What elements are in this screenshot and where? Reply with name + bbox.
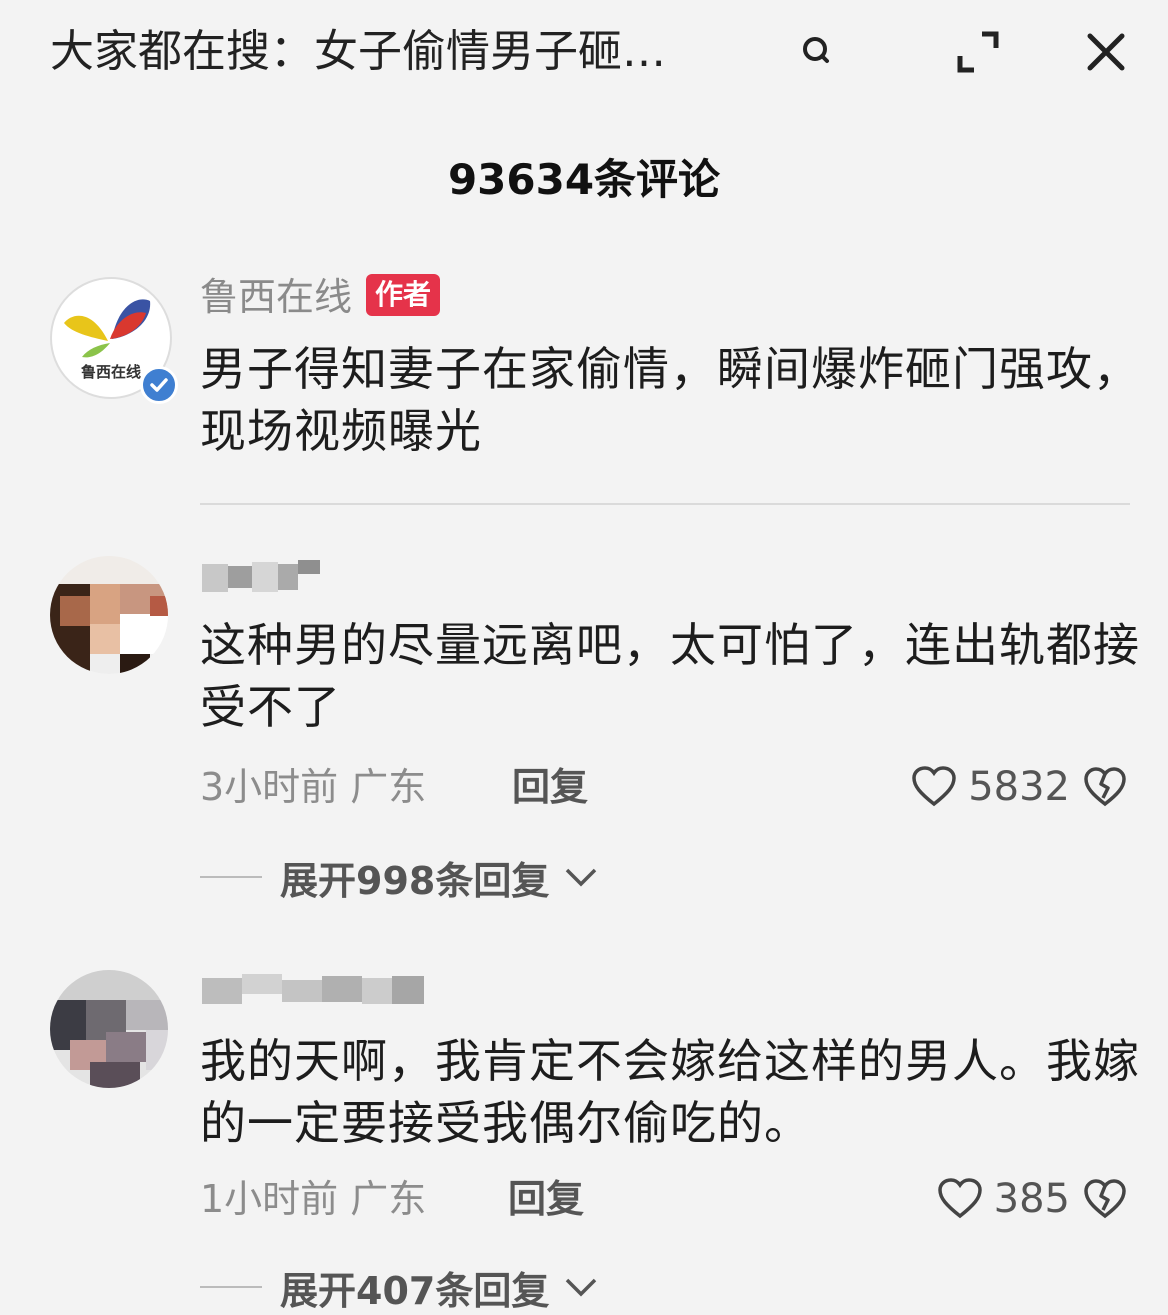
comment-text: 我的天啊，我肯定不会嫁给这样的男人。我嫁的一定要接受我偶尔偷吃的。 (200, 1034, 1140, 1150)
comment-meta: 1小时前 广东 (200, 1174, 426, 1224)
comment-time: 3小时前 (200, 765, 339, 809)
expand-icon[interactable] (948, 22, 1008, 82)
pixelated-avatar-image (50, 556, 168, 674)
commenter-avatar[interactable] (50, 970, 168, 1088)
commenter-name-blurred[interactable] (202, 560, 320, 594)
broken-heart-icon[interactable] (1082, 764, 1128, 810)
expand-replies-label: 展开998条回复 (280, 858, 550, 903)
blurred-name-image (202, 560, 320, 592)
top-bar: 大家都在搜：女子偷情男子砸… (0, 0, 1168, 110)
dash-divider (200, 876, 262, 878)
expand-replies-label: 展开407条回复 (280, 1268, 550, 1313)
comment-meta: 3小时前 广东 (200, 762, 426, 812)
dash-divider (200, 1286, 262, 1288)
heart-icon[interactable] (936, 1176, 984, 1222)
like-count: 385 (993, 1176, 1070, 1222)
author-badge: 作者 (366, 274, 441, 316)
comment-location: 广东 (350, 1177, 427, 1221)
expand-replies-button[interactable]: 展开998条回复 (200, 852, 601, 903)
broken-heart-icon[interactable] (1082, 1176, 1128, 1222)
like-count: 5832 (968, 764, 1070, 810)
checkmark-icon (150, 378, 168, 392)
author-name[interactable]: 鲁西在线 (200, 275, 352, 319)
comment-text: 这种男的尽量远离吧，太可怕了，连出轨都接受不了 (200, 618, 1140, 734)
reply-button[interactable]: 回复 (512, 762, 588, 812)
search-query[interactable]: 大家都在搜：女子偷情男子砸… (50, 22, 760, 82)
comments-count-title: 93634条评论 (447, 155, 721, 204)
expand-replies-button[interactable]: 展开407条回复 (200, 1262, 601, 1313)
close-icon[interactable] (1076, 22, 1136, 82)
author-name-row: 鲁西在线 作者 (200, 272, 441, 322)
commenter-avatar[interactable] (50, 556, 168, 674)
divider (200, 503, 1130, 505)
comment-location: 广东 (350, 765, 427, 809)
post-text: 男子得知妻子在家偷情，瞬间爆炸砸门强攻，现场视频曝光 (200, 342, 1140, 458)
chevron-down-icon (566, 1278, 597, 1297)
like-group: 5832 (910, 762, 1128, 812)
pixelated-avatar-image (50, 970, 168, 1088)
heart-icon[interactable] (910, 764, 958, 810)
like-group: 385 (936, 1174, 1128, 1224)
comment-time: 1小时前 (200, 1177, 339, 1221)
search-icon[interactable] (786, 22, 846, 82)
blurred-name-image (202, 974, 424, 1004)
chevron-down-icon (566, 868, 597, 887)
reply-button[interactable]: 回复 (508, 1174, 584, 1224)
verified-badge (140, 366, 178, 404)
avatar-logo-text: 鲁西在线 (80, 363, 141, 381)
commenter-name-blurred[interactable] (202, 972, 424, 1006)
